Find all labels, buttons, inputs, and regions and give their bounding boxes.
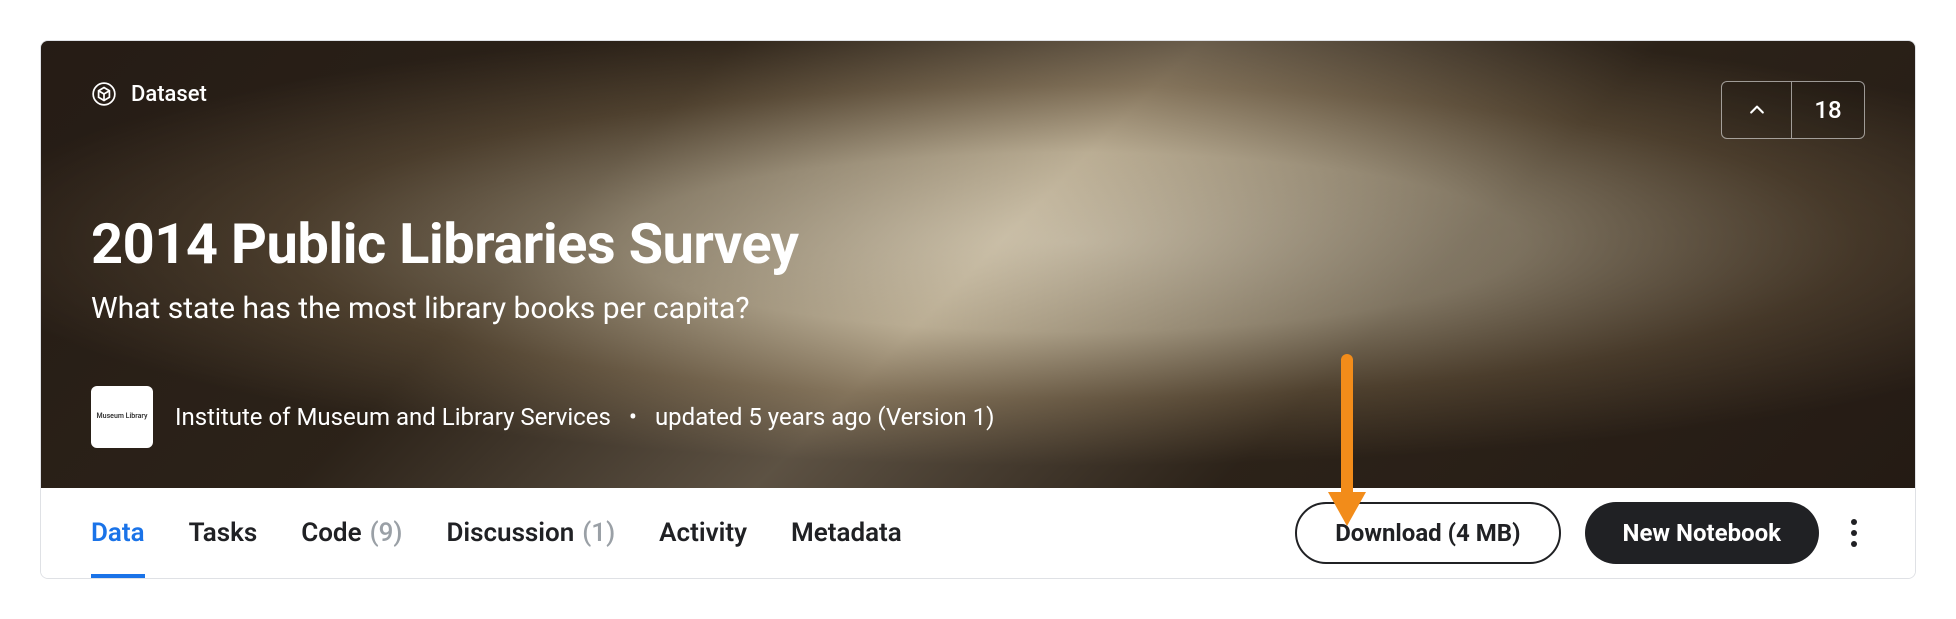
author-meta: Institute of Museum and Library Services… xyxy=(175,403,994,431)
upvote-button[interactable] xyxy=(1722,82,1792,138)
tab-label: Metadata xyxy=(791,518,902,548)
chevron-up-icon xyxy=(1747,100,1767,120)
kebab-dot-icon xyxy=(1851,541,1857,547)
tab-tasks[interactable]: Tasks xyxy=(189,488,258,578)
dataset-type-badge: Dataset xyxy=(91,81,207,107)
upvote-group: 18 xyxy=(1721,81,1865,139)
author-row: Museum Library Institute of Museum and L… xyxy=(91,326,1865,448)
tab-label: Activity xyxy=(659,518,747,548)
page-title: 2014 Public Libraries Survey xyxy=(91,211,1865,277)
kebab-dot-icon xyxy=(1851,519,1857,525)
hero-banner: Dataset 18 2014 Public Libraries Survey … xyxy=(41,41,1915,488)
dataset-type-label: Dataset xyxy=(131,82,207,107)
avatar-text: Museum Library xyxy=(97,413,148,421)
tab-label: Tasks xyxy=(189,518,258,548)
dataset-card: Dataset 18 2014 Public Libraries Survey … xyxy=(40,40,1916,579)
updated-text: updated 5 years ago (Version 1) xyxy=(655,403,994,431)
author-name[interactable]: Institute of Museum and Library Services xyxy=(175,403,611,431)
author-avatar[interactable]: Museum Library xyxy=(91,386,153,448)
toolbar-actions: Download (4 MB) New Notebook xyxy=(1295,502,1865,564)
page-subtitle: What state has the most library books pe… xyxy=(91,291,1865,326)
separator-dot: • xyxy=(629,403,637,431)
download-button[interactable]: Download (4 MB) xyxy=(1295,502,1560,564)
dataset-icon xyxy=(91,81,117,107)
tab-code[interactable]: Code (9) xyxy=(301,488,402,578)
tab-metadata[interactable]: Metadata xyxy=(791,488,902,578)
kebab-dot-icon xyxy=(1851,530,1857,536)
new-notebook-button[interactable]: New Notebook xyxy=(1585,502,1819,564)
tab-discussion[interactable]: Discussion (1) xyxy=(446,488,615,578)
tabs: Data Tasks Code (9) Discussion (1) Activ… xyxy=(91,488,902,578)
tab-label: Discussion xyxy=(446,518,574,548)
tab-activity[interactable]: Activity xyxy=(659,488,747,578)
tab-label: Data xyxy=(91,518,145,548)
tab-count: (9) xyxy=(370,518,403,548)
tab-count: (1) xyxy=(582,518,615,548)
hero-top-row: Dataset 18 xyxy=(91,81,1865,139)
upvote-count[interactable]: 18 xyxy=(1792,82,1864,138)
more-options-button[interactable] xyxy=(1843,511,1865,555)
tab-label: Code xyxy=(301,518,361,548)
toolbar: Data Tasks Code (9) Discussion (1) Activ… xyxy=(41,488,1915,578)
tab-data[interactable]: Data xyxy=(91,488,145,578)
